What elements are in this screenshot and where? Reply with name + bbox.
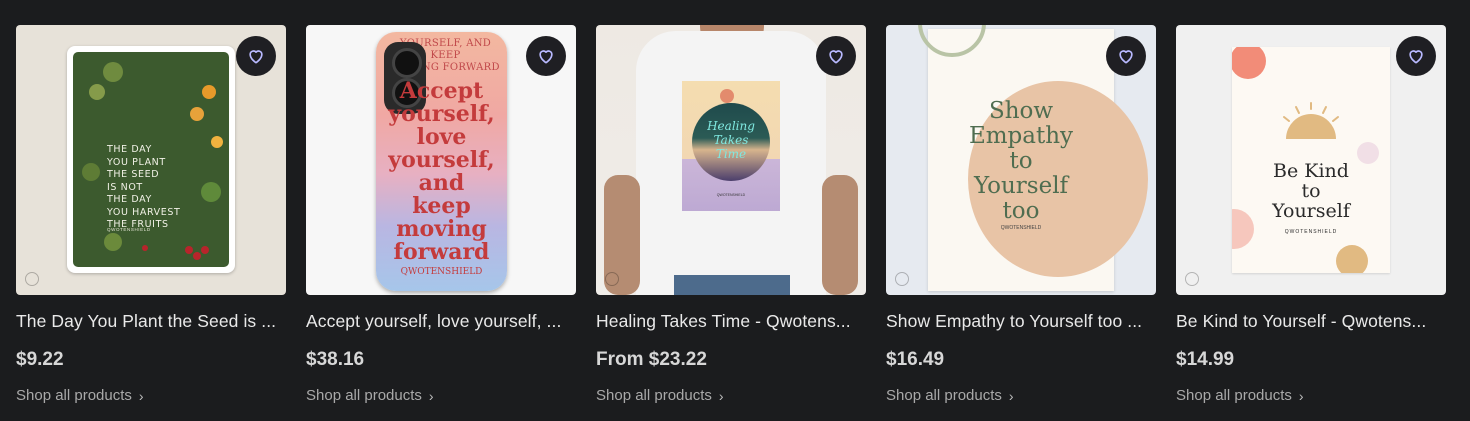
model-jeans — [674, 275, 790, 295]
quote-line: THE SEED — [107, 169, 160, 180]
shirt-print: Healing Takes Time QWOTENSHIELD — [682, 81, 780, 211]
favorite-button[interactable] — [816, 36, 856, 76]
sticker-mockup: THE DAY YOU PLANT THE SEED IS NOT THE DA… — [67, 46, 235, 273]
case-quote: Accept yourself, love yourself, and keep… — [388, 78, 495, 265]
quote-line: THE DAY — [107, 144, 152, 155]
phone-case-mockup: YOURSELF, AND KEEP MOVING FORWARD Accept… — [376, 32, 507, 291]
product-title[interactable]: Accept yourself, love yourself, ... — [306, 311, 576, 332]
shop-link-label: Shop all products — [886, 387, 1002, 404]
favorite-button[interactable] — [1396, 36, 1436, 76]
shop-link-label: Shop all products — [596, 387, 712, 404]
image-indicator — [25, 272, 39, 286]
brand-mark: QWOTENSHIELD — [716, 193, 746, 197]
product-title[interactable]: The Day You Plant the Seed is ... — [16, 311, 286, 332]
poster-mockup: Show Empathy to Yourself too QWOTENSHIEL… — [918, 25, 1148, 291]
product-card[interactable]: Show Empathy to Yourself too QWOTENSHIEL… — [886, 25, 1156, 404]
quote-line: THE DAY — [107, 194, 152, 205]
heart-outline-icon — [1119, 50, 1133, 64]
favorite-button[interactable] — [236, 36, 276, 76]
poster-mockup: Be Kind to Yourself QWOTENSHIELD — [1232, 47, 1390, 273]
product-image[interactable]: THE DAY YOU PLANT THE SEED IS NOT THE DA… — [16, 25, 286, 295]
shop-all-products-link[interactable]: Shop all products › — [596, 387, 866, 404]
sticker-quote: THE DAY YOU PLANT THE SEED IS NOT THE DA… — [107, 144, 180, 232]
heart-outline-icon — [829, 50, 843, 64]
poster-quote: Be Kind to Yourself — [1272, 160, 1350, 222]
quote-line: IS NOT — [107, 181, 143, 193]
favorite-button[interactable] — [526, 36, 566, 76]
product-price: $9.22 — [16, 349, 64, 370]
chevron-right-icon: › — [1298, 387, 1304, 404]
shop-all-products-link[interactable]: Shop all products › — [886, 387, 1156, 404]
shop-all-products-link[interactable]: Shop all products › — [1176, 387, 1446, 404]
image-indicator — [1185, 272, 1199, 286]
chevron-right-icon: › — [138, 387, 144, 404]
shop-all-products-link[interactable]: Shop all products › — [306, 387, 576, 404]
product-card[interactable]: Healing Takes Time QWOTENSHIELD Healing … — [596, 25, 866, 404]
product-title[interactable]: Show Empathy to Yourself too ... — [886, 311, 1156, 332]
chevron-right-icon: › — [428, 387, 434, 404]
chevron-right-icon: › — [718, 387, 724, 404]
chevron-right-icon: › — [1008, 387, 1014, 404]
quote-line: YOU PLANT — [107, 156, 166, 168]
product-price: $38.16 — [306, 349, 365, 370]
product-card[interactable]: THE DAY YOU PLANT THE SEED IS NOT THE DA… — [16, 25, 286, 404]
heart-outline-icon — [539, 50, 553, 64]
image-indicator — [895, 272, 909, 286]
shop-link-label: Shop all products — [1176, 387, 1292, 404]
shop-all-products-link[interactable]: Shop all products › — [16, 387, 286, 404]
shop-link-label: Shop all products — [16, 387, 132, 404]
product-card[interactable]: Be Kind to Yourself QWOTENSHIELD Be Kind… — [1176, 25, 1446, 404]
brand-mark: QWOTENSHIELD — [1000, 225, 1042, 231]
product-price: $14.99 — [1176, 349, 1235, 370]
image-indicator — [605, 272, 619, 286]
shop-link-label: Shop all products — [306, 387, 422, 404]
product-title[interactable]: Healing Takes Time - Qwotens... — [596, 311, 866, 332]
brand-mark: QWOTENSHIELD — [1284, 229, 1338, 235]
product-card[interactable]: YOURSELF, AND KEEP MOVING FORWARD Accept… — [306, 25, 576, 404]
product-image[interactable]: Show Empathy to Yourself too QWOTENSHIEL… — [886, 25, 1156, 295]
heart-outline-icon — [1409, 50, 1423, 64]
print-quote: Healing Takes Time — [707, 119, 755, 161]
brand-mark: QWOTENSHIELD — [107, 227, 151, 232]
product-price: From $23.22 — [596, 349, 707, 370]
product-price: $16.49 — [886, 349, 945, 370]
product-title[interactable]: Be Kind to Yourself - Qwotens... — [1176, 311, 1446, 332]
model-arm-right — [822, 175, 858, 295]
product-image[interactable]: YOURSELF, AND KEEP MOVING FORWARD Accept… — [306, 25, 576, 295]
quote-line: YOU HARVEST — [107, 206, 181, 218]
brand-mark: QWOTENSHIELD — [400, 267, 483, 277]
heart-outline-icon — [249, 50, 263, 64]
product-image[interactable]: Be Kind to Yourself QWOTENSHIELD — [1176, 25, 1446, 295]
poster-quote: Show Empathy to Yourself too — [968, 98, 1074, 224]
favorite-button[interactable] — [1106, 36, 1146, 76]
product-image[interactable]: Healing Takes Time QWOTENSHIELD — [596, 25, 866, 295]
product-grid: THE DAY YOU PLANT THE SEED IS NOT THE DA… — [16, 25, 1446, 404]
